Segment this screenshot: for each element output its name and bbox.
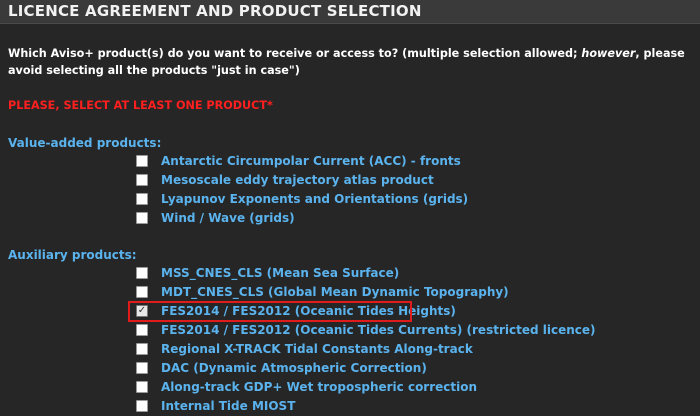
product-option-label[interactable]: Along-track GDP+ Wet tropospheric correc… (161, 380, 477, 394)
product-option-mdt-cnes-cls[interactable]: MDT_CNES_CLS (Global Mean Dynamic Topogr… (136, 282, 509, 301)
product-option-gdp-wet-tropo[interactable]: Along-track GDP+ Wet tropospheric correc… (136, 377, 477, 396)
title-bar: LICENCE AGREEMENT AND PRODUCT SELECTION (0, 0, 700, 24)
product-option-dac[interactable]: DAC (Dynamic Atmospheric Correction) (136, 358, 427, 377)
checkbox[interactable] (136, 399, 148, 412)
product-question: Which Aviso+ product(s) do you want to r… (8, 45, 693, 79)
product-option-wind-wave[interactable]: Wind / Wave (grids) (136, 208, 295, 227)
checkbox[interactable] (136, 192, 148, 205)
licence-page: LICENCE AGREEMENT AND PRODUCT SELECTION … (0, 0, 700, 416)
auxiliary-heading: Auxiliary products: (8, 248, 137, 262)
product-option-xtrack-tidal[interactable]: Regional X-TRACK Tidal Constants Along-t… (136, 339, 473, 358)
selection-highlight-box (128, 301, 412, 322)
product-option-label[interactable]: Mesoscale eddy trajectory atlas product (161, 173, 434, 187)
product-option-label[interactable]: Internal Tide MIOST (161, 399, 295, 413)
product-option-label[interactable]: MDT_CNES_CLS (Global Mean Dynamic Topogr… (161, 285, 509, 299)
question-emphasis: however (581, 47, 636, 60)
product-option-label[interactable]: Antarctic Circumpolar Current (ACC) - fr… (161, 154, 461, 168)
product-option-label[interactable]: DAC (Dynamic Atmospheric Correction) (161, 361, 427, 375)
checkbox[interactable] (136, 173, 148, 186)
product-option-label[interactable]: FES2014 / FES2012 (Oceanic Tides Current… (161, 323, 596, 337)
checkbox[interactable] (136, 380, 148, 393)
page-title: LICENCE AGREEMENT AND PRODUCT SELECTION (8, 2, 422, 20)
product-option-label[interactable]: Regional X-TRACK Tidal Constants Along-t… (161, 342, 473, 356)
product-option-mss-cnes-cls[interactable]: MSS_CNES_CLS (Mean Sea Surface) (136, 263, 399, 282)
product-option-label[interactable]: Wind / Wave (grids) (161, 211, 295, 225)
checkbox[interactable] (136, 342, 148, 355)
checkbox[interactable] (136, 266, 148, 279)
selection-warning: PLEASE, SELECT AT LEAST ONE PRODUCT* (8, 99, 273, 112)
question-text-start: Which Aviso+ product(s) do you want to r… (8, 47, 582, 60)
checkbox[interactable] (136, 211, 148, 224)
product-option-internal-tide-miost[interactable]: Internal Tide MIOST (136, 396, 295, 415)
product-option-eddy-atlas[interactable]: Mesoscale eddy trajectory atlas product (136, 170, 434, 189)
checkbox[interactable] (136, 154, 148, 167)
product-option-label[interactable]: MSS_CNES_CLS (Mean Sea Surface) (161, 266, 399, 280)
checkbox[interactable] (136, 361, 148, 374)
checkbox[interactable] (136, 323, 148, 336)
product-option-acc-fronts[interactable]: Antarctic Circumpolar Current (ACC) - fr… (136, 151, 461, 170)
checkbox[interactable] (136, 285, 148, 298)
product-option-lyapunov[interactable]: Lyapunov Exponents and Orientations (gri… (136, 189, 468, 208)
product-option-fes-tides-currents[interactable]: FES2014 / FES2012 (Oceanic Tides Current… (136, 320, 596, 339)
product-option-label[interactable]: Lyapunov Exponents and Orientations (gri… (161, 192, 468, 206)
value-added-heading: Value-added products: (8, 136, 162, 150)
